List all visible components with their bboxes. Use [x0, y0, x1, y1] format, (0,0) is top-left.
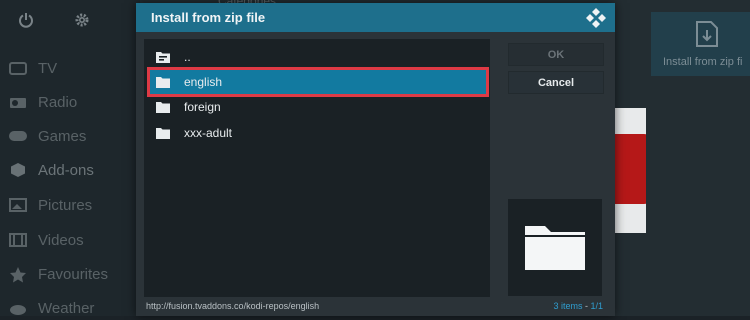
folder-large-icon — [525, 226, 585, 270]
menu-item-label: Weather — [38, 299, 95, 317]
menu-item-tv[interactable]: TV — [8, 56, 57, 80]
folder-preview — [508, 199, 602, 296]
list-item-english[interactable]: english — [147, 67, 489, 97]
kodi-logo-icon — [585, 7, 607, 29]
item-count-label: 3 items — [553, 301, 583, 311]
menu-item-label: TV — [38, 59, 58, 77]
addons-box-icon — [8, 162, 28, 178]
list-item-label: foreign — [184, 100, 221, 114]
menu-item-label: Add-ons — [38, 161, 94, 179]
parent-folder-icon — [156, 51, 170, 63]
list-item-label: .. — [184, 50, 191, 64]
menu-item-addons[interactable]: Add-ons — [8, 158, 94, 182]
dialog-header: Install from zip file — [136, 3, 615, 32]
folder-icon — [156, 127, 170, 139]
menu-item-label: Radio — [38, 93, 78, 111]
menu-item-games[interactable]: Games — [8, 124, 86, 148]
current-path: http://fusion.tvaddons.co/kodi-repos/eng… — [146, 301, 320, 311]
menu-item-label: Pictures — [38, 196, 93, 214]
install-box-icon — [695, 20, 719, 51]
tv-icon — [8, 60, 28, 76]
menu-item-weather[interactable]: Weather — [8, 296, 94, 320]
install-from-zip-dialog: Install from zip file .. english foreign… — [136, 3, 615, 316]
menu-item-label: Games — [38, 127, 87, 145]
gear-icon[interactable] — [74, 12, 90, 33]
menu-item-videos[interactable]: Videos — [8, 228, 84, 252]
list-item-label: english — [184, 75, 223, 89]
folder-icon — [156, 76, 170, 88]
gamepad-icon — [8, 128, 28, 144]
menu-item-radio[interactable]: Radio — [8, 90, 77, 114]
power-icon[interactable] — [18, 12, 34, 33]
list-item-xxx-adult[interactable]: xxx-adult — [150, 121, 486, 145]
install-tile-label: Install from zip fi — [663, 56, 743, 68]
dialog-title: Install from zip file — [151, 10, 266, 25]
weather-icon — [8, 300, 28, 316]
videos-icon — [8, 232, 28, 248]
ok-button[interactable]: OK — [508, 43, 604, 66]
cancel-button[interactable]: Cancel — [508, 71, 604, 94]
top-icons — [18, 12, 90, 33]
radio-icon — [8, 94, 28, 110]
menu-item-label: Favourites — [38, 265, 109, 283]
page-indicator: 1/1 — [590, 301, 603, 311]
list-item-foreign[interactable]: foreign — [150, 95, 486, 119]
list-item-parent[interactable]: .. — [150, 45, 486, 69]
menu-item-pictures[interactable]: Pictures — [8, 193, 92, 217]
menu-item-favourites[interactable]: Favourites — [8, 262, 108, 286]
pictures-icon — [8, 197, 28, 213]
list-item-label: xxx-adult — [184, 126, 233, 140]
file-list: .. english foreign xxx-adult — [144, 39, 490, 297]
star-icon — [8, 266, 28, 282]
install-from-zip-tile[interactable]: Install from zip fi — [651, 12, 750, 76]
folder-icon — [156, 101, 170, 113]
menu-item-label: Videos — [38, 231, 84, 249]
item-count: 3 items - 1/1 — [553, 301, 603, 311]
